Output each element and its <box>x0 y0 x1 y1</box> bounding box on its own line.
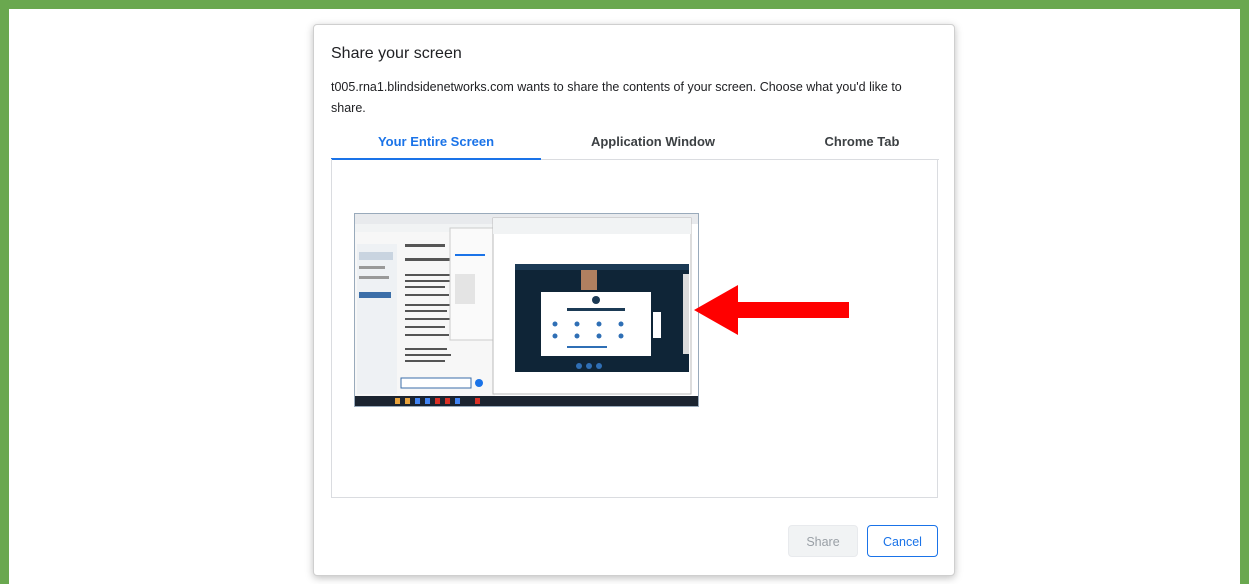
entire-screen-thumbnail[interactable] <box>354 213 699 407</box>
share-screen-dialog: Share your screen t005.rna1.blindsidenet… <box>313 24 955 576</box>
tab-chrome-tab[interactable]: Chrome Tab <box>757 129 967 159</box>
source-preview-area <box>331 159 938 498</box>
screen-thumbnail-image <box>355 214 698 406</box>
red-arrow-icon <box>694 285 849 335</box>
dialog-description: t005.rna1.blindsidenetworks.com wants to… <box>331 80 902 115</box>
tab-entire-screen[interactable]: Your Entire Screen <box>331 129 541 160</box>
tab-application-window[interactable]: Application Window <box>548 129 758 159</box>
share-button[interactable]: Share <box>788 525 858 557</box>
dialog-title: Share your screen <box>331 45 462 62</box>
share-source-tabs: Your Entire Screen Application Window Ch… <box>331 129 939 160</box>
cancel-button[interactable]: Cancel <box>867 525 938 557</box>
